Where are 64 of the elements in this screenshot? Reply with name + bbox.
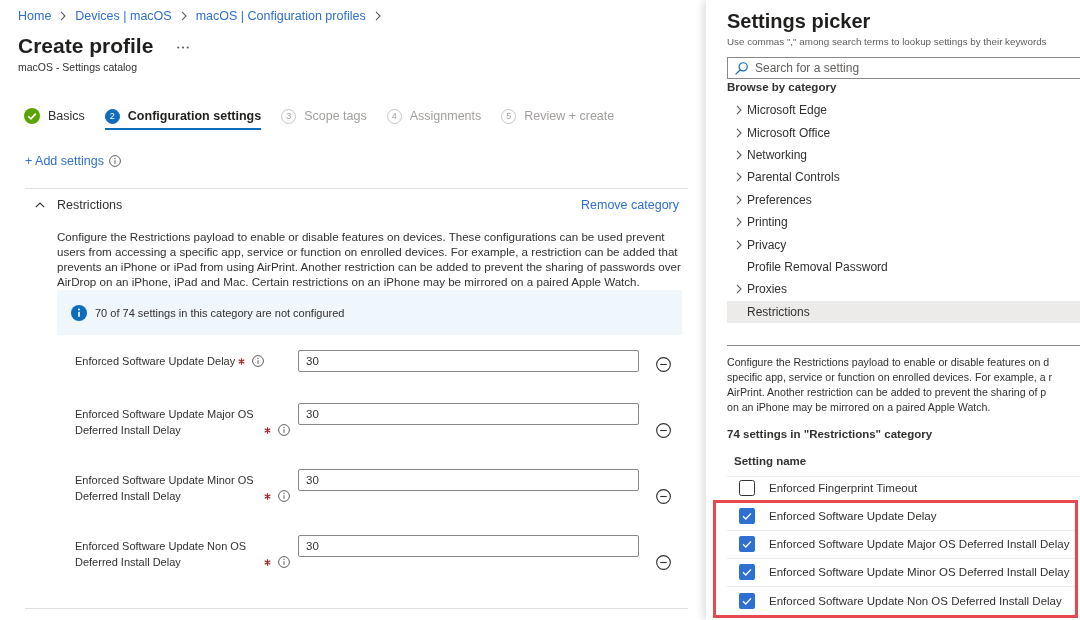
chevron-right-icon [60,11,67,21]
category-item[interactable]: Privacy [727,233,1080,256]
chevron-right-icon [180,11,187,21]
category-description: Configure the Restrictions payload to enable or disable features on d specific app, service or function on enrolled devices. For example, a r AirPrint. Another restriction can be added to prevent the sharing of p on an iPhone may be mirrored on a paired Apple Watch. [727,344,1080,415]
setting-label: Enforced Software Update Non OS Deferred Install Delay [75,539,248,571]
checkbox[interactable] [739,592,755,609]
checkbox[interactable] [739,480,755,497]
page-title: Create profile [18,33,154,59]
category-toggle[interactable]: Restrictions [25,197,123,212]
setting-label: Enforced Software Update Major OS Deferred Install Delay [75,407,255,438]
breadcrumb-link[interactable]: Devices | macOS [75,9,172,23]
setting-name: Enforced Fingerprint Timeout [769,482,918,495]
text-field[interactable]: 30 [298,350,639,372]
info-icon [71,304,87,321]
remove-circle-icon[interactable] [656,357,671,372]
remove-category-link[interactable]: Remove category [581,197,679,212]
wizard-step-tab[interactable]: Basics [24,104,85,130]
info-icon[interactable] [278,424,290,437]
category-item[interactable]: Restrictions [727,300,1080,323]
checkbox[interactable] [739,564,755,581]
more-icon[interactable] [177,45,190,49]
category-item[interactable]: Preferences [727,188,1080,211]
breadcrumb-link[interactable]: macOS | Configuration profiles [195,9,366,23]
search-icon [735,62,748,75]
category-description: Configure the Restrictions payload to enable or disable features on devices. These configurations can be used prevent users from accessing a specific app, service or function on enrolled devices. For example, a restriction can be added that prevents an iPhone or iPad from using AirPrint. Another restriction can be added to prevent the sharing of passwords over AirDrop on an iPhone, iPad and Mac. Certain restrictions on an iPhone may be mirrored on a paired Apple Watch. [57,229,682,289]
text-field[interactable]: 30 [298,403,639,425]
setting-name: Enforced Software Update Non OS Deferred Install Delay [769,594,1062,607]
setting-label: Enforced Software Update Delay [75,354,236,369]
category-item[interactable]: Printing [727,210,1080,234]
setting-name: Enforced Software Update Minor OS Deferred Install Delay [769,566,1070,579]
info-icon[interactable] [252,355,265,368]
panel-title: Settings picker [727,9,872,34]
setting-name: Enforced Software Update Delay [769,510,937,523]
section-heading: Browse by category [727,80,838,95]
category-item[interactable]: Microsoft Office [727,121,1080,144]
category-item[interactable]: Profile Removal Password [727,255,1080,279]
text-field[interactable]: 30 [298,469,639,492]
text-field[interactable]: 30 [298,535,639,558]
category-item[interactable]: Parental Controls [727,166,1080,189]
remove-circle-icon[interactable] [656,423,671,439]
setting-label: Enforced Software Update Minor OS Deferred Install Delay [75,473,255,505]
column-header: Setting name [734,454,807,467]
category-item[interactable]: Proxies [727,278,1080,301]
page-subtitle: macOS - Settings catalog [18,60,139,74]
search-hint: Use commas "," among search terms to lookup settings by their keywords [727,35,1048,49]
info-icon[interactable] [108,155,121,167]
info-banner-text: 70 of 74 settings in this category are not configured [95,306,345,319]
search-field[interactable]: Search for a setting [727,57,1080,79]
chevron-up-icon [35,201,45,208]
remove-circle-icon[interactable] [656,489,671,505]
add-settings-link[interactable]: + Add settings [25,154,104,168]
category-item[interactable]: Networking [727,143,1080,167]
checkbox[interactable] [739,536,755,553]
setting-name: Enforced Software Update Major OS Deferred Install Delay [769,538,1070,551]
wizard-step-tab[interactable]: 2 Configuration settings [104,104,262,130]
info-icon[interactable] [278,490,290,503]
step-number: 2 [104,108,120,124]
remove-circle-icon[interactable] [656,555,671,571]
checkbox[interactable] [739,508,755,525]
settings-count: 74 settings in "Restrictions" category [727,426,934,442]
chevron-right-icon [374,11,381,21]
breadcrumb-link[interactable]: Home [18,9,52,23]
info-icon[interactable] [278,556,290,569]
category-item[interactable]: Microsoft Edge [727,99,1080,122]
